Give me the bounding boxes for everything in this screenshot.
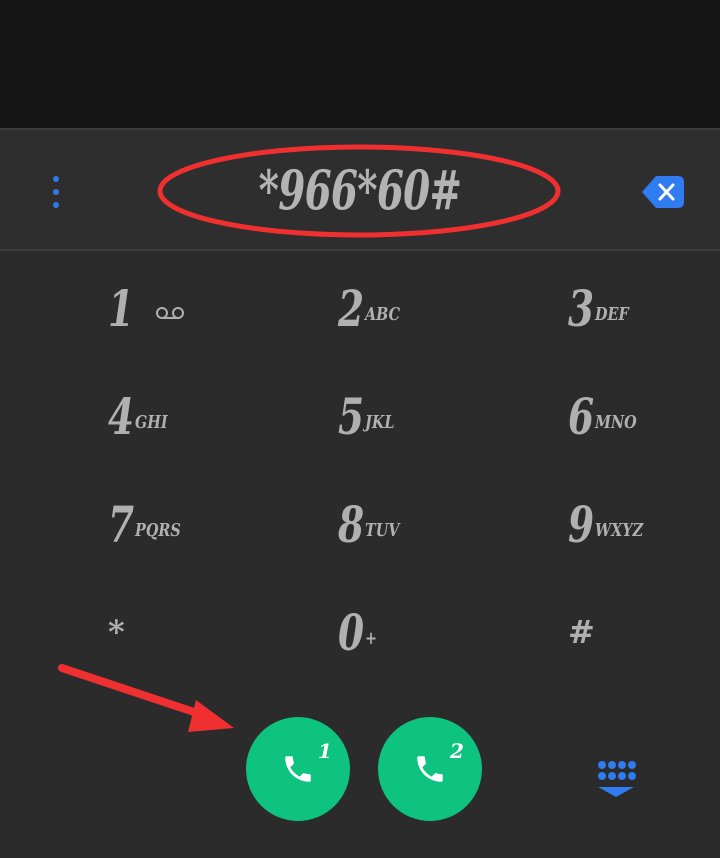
menu-dot-icon	[53, 189, 59, 195]
key-digit: *	[108, 613, 125, 651]
key-digit: 3	[568, 278, 595, 338]
key-3[interactable]: 3 DEF	[568, 258, 720, 358]
phone-icon	[417, 756, 443, 782]
top-empty-area	[0, 0, 720, 128]
dialed-number[interactable]: *966*60#	[216, 150, 504, 230]
number-display-bar: *966*60#	[0, 128, 720, 251]
key-letters: GHI	[134, 411, 168, 433]
key-digit: 0	[338, 602, 365, 662]
key-star[interactable]: *	[108, 582, 308, 682]
key-digit: 5	[338, 386, 365, 446]
key-letters: DEF	[594, 303, 629, 325]
key-letters: PQRS	[134, 519, 181, 541]
hide-dialpad-button[interactable]	[596, 760, 636, 800]
dialpad-icon	[598, 761, 636, 797]
key-9[interactable]: 9 WXYZ	[568, 474, 720, 574]
key-digit: #	[568, 613, 595, 651]
key-letters: +	[364, 627, 377, 649]
key-digit: 1	[108, 278, 135, 338]
key-letters: JKL	[364, 411, 395, 433]
key-0[interactable]: 0 +	[338, 582, 538, 682]
key-7[interactable]: 7 PQRS	[108, 474, 308, 574]
menu-dot-icon	[53, 176, 59, 182]
key-digit: 6	[568, 386, 595, 446]
key-letters: ABC	[364, 303, 400, 325]
key-letters: MNO	[594, 411, 637, 433]
key-digit: 7	[108, 494, 135, 554]
call-sim1-button[interactable]: 1	[246, 717, 350, 821]
key-digit: 8	[338, 494, 365, 554]
overflow-menu-button[interactable]	[38, 170, 74, 214]
key-digit: 4	[108, 386, 135, 446]
dialpad: 1 2 ABC 3 DEF 4 GHI 5 JKL 6 MNO 7 PQRS 8…	[0, 253, 720, 683]
phone-icon	[285, 756, 311, 782]
key-digit: 2	[338, 278, 365, 338]
key-letters: WXYZ	[594, 519, 643, 541]
call-sim2-button[interactable]: 2	[378, 717, 482, 821]
key-5[interactable]: 5 JKL	[338, 366, 538, 466]
key-6[interactable]: 6 MNO	[568, 366, 720, 466]
menu-dot-icon	[53, 202, 59, 208]
key-hash[interactable]: #	[568, 582, 720, 682]
sim-label: 1	[318, 739, 332, 763]
voicemail-icon	[155, 307, 184, 319]
sim-label: 2	[450, 739, 464, 763]
key-digit: 9	[568, 494, 595, 554]
key-4[interactable]: 4 GHI	[108, 366, 308, 466]
backspace-button[interactable]	[638, 172, 688, 212]
key-2[interactable]: 2 ABC	[338, 258, 538, 358]
key-letters: TUV	[364, 519, 400, 541]
key-8[interactable]: 8 TUV	[338, 474, 538, 574]
backspace-icon	[642, 176, 684, 208]
key-1[interactable]: 1	[108, 258, 308, 358]
